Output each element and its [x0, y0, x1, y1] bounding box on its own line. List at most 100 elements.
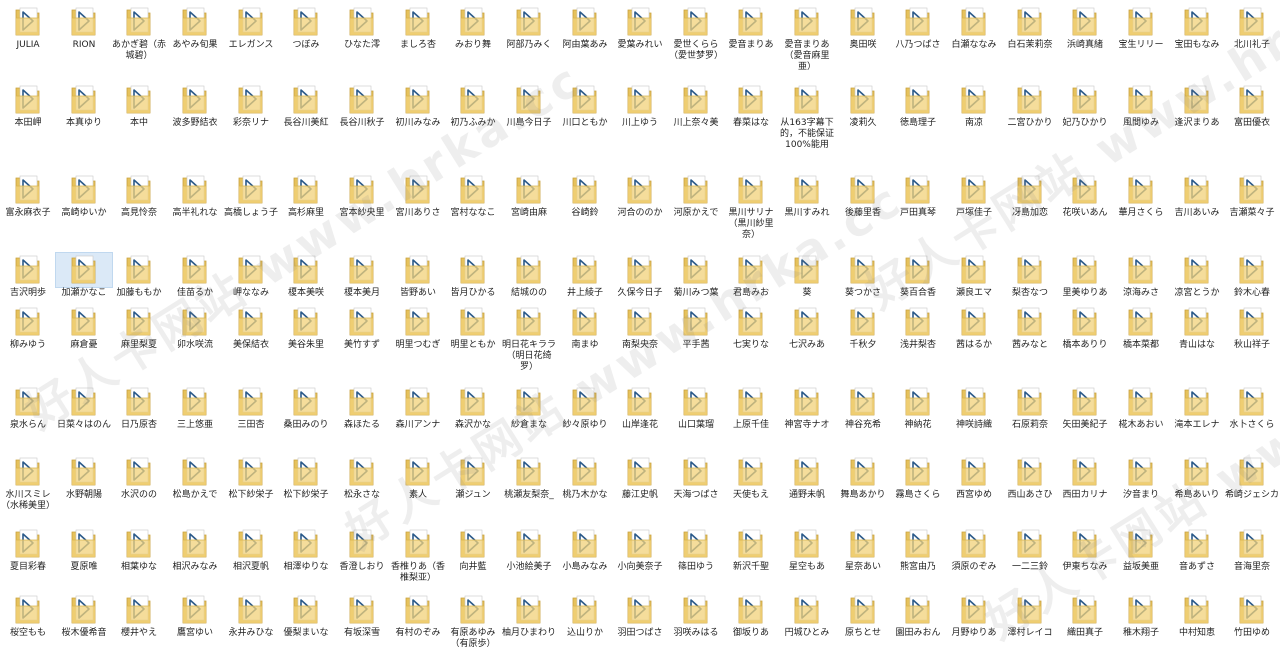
folder-item[interactable]: 泉水らん	[0, 385, 56, 431]
folder-item[interactable]: 小島みなみ	[557, 527, 613, 573]
folder-item[interactable]: 音あずさ	[1169, 527, 1225, 573]
folder-item[interactable]: 松下紗栄子	[278, 455, 334, 501]
folder-item[interactable]: JULIA	[0, 5, 56, 51]
folder-item[interactable]: 愛音まりあ	[723, 5, 779, 51]
folder-item[interactable]: 里美ゆりあ	[1057, 253, 1113, 299]
folder-item[interactable]: 神納花	[890, 385, 946, 431]
folder-item[interactable]: 宮村ななこ	[445, 173, 501, 219]
folder-item[interactable]: 西宮ゆめ	[946, 455, 1002, 501]
folder-item[interactable]: 有村のぞみ	[390, 593, 446, 639]
folder-item[interactable]: 日乃原杏	[111, 385, 167, 431]
folder-item[interactable]: 森ほたる	[334, 385, 390, 431]
folder-item[interactable]: 愛世くらら（愛世梦罗）	[668, 5, 724, 62]
folder-item[interactable]: 益坂美亜	[1113, 527, 1169, 573]
folder-item[interactable]: 彩奈リナ	[223, 83, 279, 129]
folder-item[interactable]: 菊川みつ葉	[668, 253, 724, 299]
folder-item[interactable]: エレガンス	[223, 5, 279, 51]
folder-item[interactable]: 明里つむぎ	[390, 305, 446, 351]
folder-item[interactable]: 本中	[111, 83, 167, 129]
folder-item[interactable]: 有坂深雪	[334, 593, 390, 639]
folder-item[interactable]: 平手茜	[668, 305, 724, 351]
folder-item[interactable]: 白石茉莉奈	[1002, 5, 1058, 51]
folder-item[interactable]: 天海つばさ	[668, 455, 724, 501]
folder-item[interactable]: 桜空もも	[0, 593, 56, 639]
folder-item[interactable]: 柚月ひまわり	[501, 593, 557, 639]
folder-item[interactable]: 茜みなと	[1002, 305, 1058, 351]
folder-item[interactable]: 青山はな	[1169, 305, 1225, 351]
folder-item[interactable]: 本真ゆり	[56, 83, 112, 129]
folder-item[interactable]: 桃瀬友梨奈_	[501, 455, 557, 501]
folder-item[interactable]: 川口ともか	[557, 83, 613, 129]
folder-item[interactable]: 音海里奈	[1224, 527, 1280, 573]
folder-item[interactable]: 波多野結衣	[167, 83, 223, 129]
folder-item[interactable]: 吉瀬菜々子	[1224, 173, 1280, 219]
folder-item[interactable]: 西田カリナ	[1057, 455, 1113, 501]
folder-item[interactable]: 羽田つばさ	[612, 593, 668, 639]
folder-item[interactable]: 梨杏なつ	[1002, 253, 1058, 299]
folder-item[interactable]: 霧島さくら	[890, 455, 946, 501]
folder-item[interactable]: 西山あさひ	[1002, 455, 1058, 501]
folder-item[interactable]: 松永さな	[334, 455, 390, 501]
folder-item[interactable]: 長谷川秋子	[334, 83, 390, 129]
folder-item[interactable]: 美谷朱里	[278, 305, 334, 351]
folder-item[interactable]: 水野朝陽	[56, 455, 112, 501]
folder-item[interactable]: 篠田ゆう	[668, 527, 724, 573]
folder-item[interactable]: 石原莉奈	[1002, 385, 1058, 431]
folder-item[interactable]: 春菜はな	[723, 83, 779, 129]
folder-item[interactable]: 佳苗るか	[167, 253, 223, 299]
folder-item[interactable]: 御坂りあ	[723, 593, 779, 639]
folder-item[interactable]: 神谷充希	[835, 385, 891, 431]
folder-item[interactable]: 谷崎鈴	[557, 173, 613, 219]
folder-item[interactable]: 浅井梨杏	[890, 305, 946, 351]
folder-item[interactable]: RION	[56, 5, 112, 51]
folder-item[interactable]: 凌莉久	[835, 83, 891, 129]
folder-item[interactable]: 神宮寺ナオ	[779, 385, 835, 431]
folder-item[interactable]: 茜はるか	[946, 305, 1002, 351]
folder-item[interactable]: 月野ゆりあ	[946, 593, 1002, 639]
folder-item[interactable]: 南凉	[946, 83, 1002, 129]
folder-item[interactable]: 徳島理子	[890, 83, 946, 129]
folder-item[interactable]: 高崎ゆいか	[56, 173, 112, 219]
folder-item[interactable]: 南まゆ	[557, 305, 613, 351]
folder-item[interactable]: 松下紗栄子	[223, 455, 279, 501]
folder-item[interactable]: 込山りか	[557, 593, 613, 639]
folder-item[interactable]: 桑田みのり	[278, 385, 334, 431]
folder-item[interactable]: 希島あいり	[1169, 455, 1225, 501]
folder-item[interactable]: 上原千佳	[723, 385, 779, 431]
folder-item[interactable]: 水卜さくら	[1224, 385, 1280, 431]
folder-item[interactable]: 熊宮由乃	[890, 527, 946, 573]
folder-item[interactable]: 二宮ひかり	[1002, 83, 1058, 129]
folder-item[interactable]: 紗倉まな	[501, 385, 557, 431]
folder-item[interactable]: 香椎りあ（香椎梨亚）	[390, 527, 446, 584]
folder-item[interactable]: 椛木あおい	[1113, 385, 1169, 431]
folder-item[interactable]: 後藤里香	[835, 173, 891, 219]
folder-item[interactable]: 卯水咲流	[167, 305, 223, 351]
folder-item[interactable]: 吉沢明歩	[0, 253, 56, 299]
folder-item[interactable]: あやみ旬果	[167, 5, 223, 51]
folder-item[interactable]: 小向美奈子	[612, 527, 668, 573]
folder-item[interactable]: 葵百合香	[890, 253, 946, 299]
folder-item[interactable]: 櫻井やえ	[111, 593, 167, 639]
folder-item[interactable]: 加藤ももか	[111, 253, 167, 299]
folder-item[interactable]: 富永麻衣子	[0, 173, 56, 219]
folder-item[interactable]: 森川アンナ	[390, 385, 446, 431]
folder-item[interactable]: 高見怜奈	[111, 173, 167, 219]
folder-item[interactable]: 三上悠亜	[167, 385, 223, 431]
folder-item[interactable]: 本田岬	[0, 83, 56, 129]
folder-item[interactable]: 榎本美咲	[278, 253, 334, 299]
folder-item[interactable]: 凉宮とうか	[1169, 253, 1225, 299]
folder-item[interactable]: 岬ななみ	[223, 253, 279, 299]
folder-item[interactable]: 風間ゆみ	[1113, 83, 1169, 129]
folder-item[interactable]: 桃乃木かな	[557, 455, 613, 501]
folder-item[interactable]: 吉川あいみ	[1169, 173, 1225, 219]
folder-item[interactable]: 榎本美月	[334, 253, 390, 299]
folder-item[interactable]: 橋本菜都	[1113, 305, 1169, 351]
folder-item[interactable]: 冴島加恋	[1002, 173, 1058, 219]
folder-item[interactable]: 川島今日子	[501, 83, 557, 129]
folder-item[interactable]: 新沢千聖	[723, 527, 779, 573]
folder-item[interactable]: 皆野あい	[390, 253, 446, 299]
folder-item[interactable]: 宮川ありさ	[390, 173, 446, 219]
folder-item[interactable]: 花咲いあん	[1057, 173, 1113, 219]
folder-item[interactable]: 汐音まり	[1113, 455, 1169, 501]
folder-item[interactable]: 一二三鈴	[1002, 527, 1058, 573]
